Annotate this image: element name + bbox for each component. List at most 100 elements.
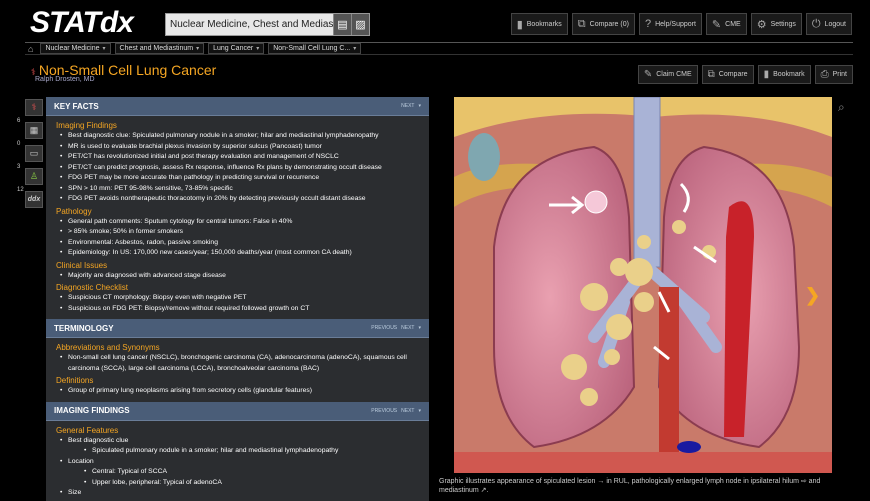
help-icon: ? xyxy=(644,18,652,30)
chevron-down-icon[interactable]: ▾ xyxy=(418,325,421,331)
power-icon: ⏻ xyxy=(811,17,821,30)
list-item: Epidemiology: In US: 170,000 new cases/y… xyxy=(60,248,420,259)
print-label: Print xyxy=(832,71,847,78)
image-search-button[interactable]: ▨ xyxy=(351,14,369,35)
list-item: Location xyxy=(60,457,420,468)
help-button[interactable]: ? Help/Support xyxy=(638,13,702,35)
previous-link[interactable]: PREVIOUS xyxy=(371,408,397,414)
count-badge: 12 xyxy=(17,187,24,193)
bookmark-icon: ▮ xyxy=(516,18,523,31)
subsection-heading: Diagnostic Checklist xyxy=(56,283,129,292)
help-label: Help/Support xyxy=(655,20,696,28)
bullet-list: Group of primary lung neoplasms arising … xyxy=(56,386,420,397)
figure-caption: Graphic illustrates appearance of spicul… xyxy=(439,478,821,494)
person-icon: ♙ xyxy=(25,167,43,185)
chevron-down-icon[interactable]: ▾ xyxy=(418,408,421,414)
next-link[interactable]: NEXT xyxy=(401,103,414,109)
home-icon[interactable]: ⌂ xyxy=(25,44,36,54)
section-nav: PREVIOUS NEXT ▾ xyxy=(371,325,421,331)
claim-cme-label: Claim CME xyxy=(656,71,692,78)
count-badge: 0 xyxy=(17,141,21,147)
search-input[interactable] xyxy=(166,14,333,35)
breadcrumb-item[interactable]: Non-Small Cell Lung C... ▾ xyxy=(268,43,362,54)
author-link[interactable]: Ralph Drosten, MD xyxy=(35,76,95,83)
cme-button[interactable]: ✎ CME xyxy=(705,13,747,35)
list-item: PET/CT has revolutionized initial and po… xyxy=(60,152,420,163)
cme-icon: ✎ xyxy=(711,18,722,31)
bullet-list: Majority are diagnosed with advanced sta… xyxy=(56,271,420,282)
settings-button[interactable]: ⚙ Settings xyxy=(750,13,802,35)
ddx-label: ddx xyxy=(27,195,41,203)
bullet-list: General path comments: Sputum cytology f… xyxy=(56,217,420,259)
medical-illustration[interactable] xyxy=(454,97,832,473)
settings-label: Settings xyxy=(770,20,796,28)
section-header-imaging-findings[interactable]: IMAGING FINDINGS PREVIOUS NEXT ▾ xyxy=(46,401,429,421)
breadcrumb-label: Nuclear Medicine xyxy=(45,45,100,52)
list-item: FDG PET may be more accurate than pathol… xyxy=(60,173,420,184)
side-tools: ⚕ 6 ▦ 0 ▭ 3 ♙ 12 ddx xyxy=(17,97,46,212)
top-nav: ▮ Bookmarks ⧉ Compare (0) ? Help/Support ✎ C… xyxy=(510,13,852,35)
chevron-down-icon: ▾ xyxy=(102,46,106,52)
gear-icon: ⚙ xyxy=(756,18,767,31)
breadcrumb: ⌂ Nuclear Medicine ▾ Chest and Mediastinu… xyxy=(25,42,853,55)
list-item: Best diagnostic clue xyxy=(60,436,420,447)
section-header-terminology[interactable]: TERMINOLOGY PREVIOUS NEXT ▾ xyxy=(46,319,429,338)
compare-page-label: Compare xyxy=(718,71,748,78)
breadcrumb-item[interactable]: Nuclear Medicine ▾ xyxy=(40,43,111,54)
bookmark-label: Bookmark xyxy=(773,71,805,78)
dx-icon: ⚕ xyxy=(25,98,43,116)
logo-text: STATdx xyxy=(30,6,134,39)
list-item: Best diagnostic clue: Spiculated pulmona… xyxy=(60,131,420,142)
sidebar-item-anatomy[interactable]: 3 ♙ xyxy=(17,164,46,186)
section-title: TERMINOLOGY xyxy=(54,323,114,333)
image-icon: ▨ xyxy=(355,19,366,31)
statdx-logo[interactable]: STATdx xyxy=(30,6,134,40)
key-facts-body: Imaging FindingsBest diagnostic clue: Sp… xyxy=(46,116,429,319)
bookmark-button[interactable]: ▮ Bookmark xyxy=(757,65,811,84)
claim-cme-button[interactable]: ✎ Claim CME xyxy=(637,65,698,84)
breadcrumb-item[interactable]: Chest and Mediastinum ▾ xyxy=(114,43,205,54)
previous-link[interactable]: PREVIOUS xyxy=(371,325,397,331)
list-item: Spiculated pulmonary nodule in a smoker;… xyxy=(84,446,420,457)
chevron-down-icon[interactable]: ▾ xyxy=(418,103,421,109)
sidebar-item-ddx[interactable]: 12 ddx xyxy=(17,187,46,209)
sidebar-item-images[interactable]: 6 ▦ xyxy=(17,118,46,140)
next-image-arrow[interactable]: ❯ xyxy=(805,285,820,306)
subsection-heading: Pathology xyxy=(56,206,92,216)
subsection-heading: Definitions xyxy=(56,376,94,385)
next-link[interactable]: NEXT xyxy=(401,408,414,414)
document-search-button[interactable]: ▤ xyxy=(333,14,351,35)
compare-button[interactable]: ⧉ Compare (0) xyxy=(571,13,635,35)
bookmarks-button[interactable]: ▮ Bookmarks xyxy=(510,13,568,35)
compare-icon: ⧉ xyxy=(577,17,586,30)
list-item: Majority are diagnosed with advanced sta… xyxy=(60,271,420,282)
subsection-heading: Imaging Findings xyxy=(56,121,117,130)
document-icon: ▤ xyxy=(337,19,348,31)
list-item: Non-small cell lung cancer (NSCLC), bron… xyxy=(60,353,420,374)
sidebar-item-cases[interactable]: 0 ▭ xyxy=(17,141,46,163)
section-header-key-facts[interactable]: KEY FACTS NEXT ▾ xyxy=(46,97,429,116)
next-link[interactable]: NEXT xyxy=(401,325,414,331)
count-badge: 3 xyxy=(17,164,21,170)
top-bar: STATdx ▤ ▨ ▮Bookmarks ⧉Compare (0) ?Help… xyxy=(0,0,870,42)
list-item: Size xyxy=(60,488,420,499)
lung-anatomy-graphic xyxy=(454,97,832,473)
terminology-body: Abbreviations and SynonymsNon-small cell… xyxy=(46,338,429,402)
section-title: KEY FACTS xyxy=(54,101,99,111)
ddx-icon: ddx xyxy=(25,190,43,208)
article-content: KEY FACTS NEXT▾ Imaging FindingsBest dia… xyxy=(46,97,429,501)
list-item: Central: Typical of SCCA xyxy=(84,467,420,478)
breadcrumb-item[interactable]: Lung Cancer ▾ xyxy=(208,43,265,54)
logout-button[interactable]: ⏻ Logout xyxy=(805,13,852,35)
subsection-heading: Clinical Issues xyxy=(56,260,108,270)
chevron-down-icon: ▾ xyxy=(256,46,260,52)
list-item: Upper lobe, peripheral: Typical of adeno… xyxy=(84,478,420,489)
compare-page-button[interactable]: ⧉ Compare xyxy=(701,65,754,84)
print-button[interactable]: ⎙ Print xyxy=(814,65,853,84)
bullet-list: Suspicious CT morphology: Biopsy even wi… xyxy=(56,293,420,314)
title-area: ⚕ Non-Small Cell Lung Cancer Ralph Droste… xyxy=(25,60,853,88)
list-item: SPN > 10 mm: PET 95-98% sensitive, 73-85… xyxy=(60,184,420,195)
zoom-icon[interactable]: ⌕ xyxy=(838,100,845,115)
sidebar-item-dx[interactable]: ⚕ xyxy=(22,97,46,117)
print-icon: ⎙ xyxy=(820,69,829,80)
